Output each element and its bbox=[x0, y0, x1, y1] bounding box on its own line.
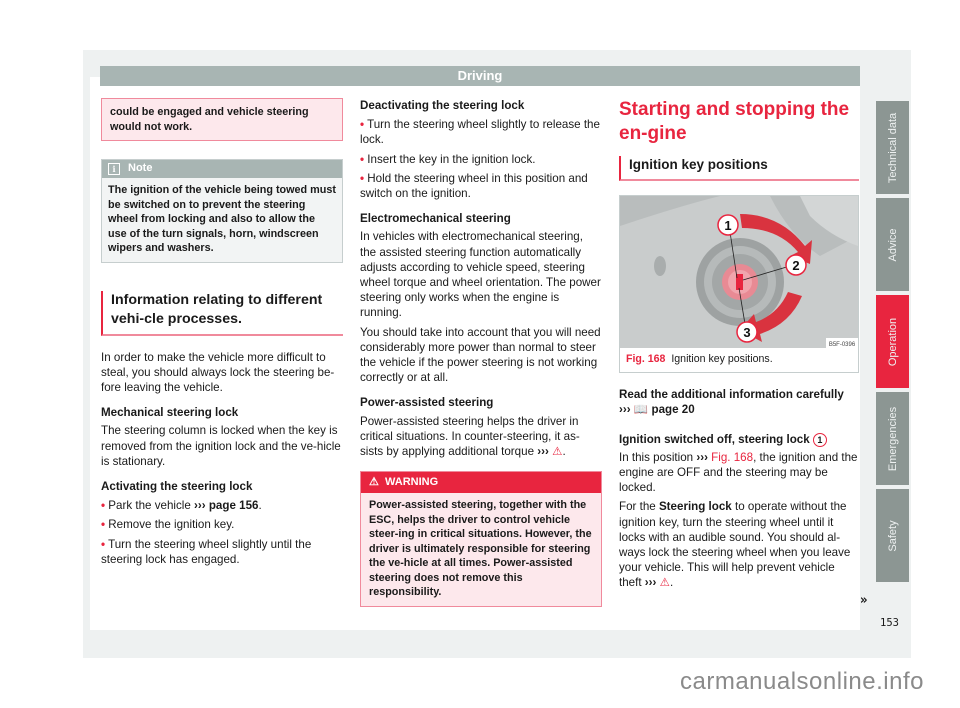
warning-label: WARNING bbox=[385, 476, 439, 489]
position-badge: 1 bbox=[812, 432, 827, 447]
tab-safety[interactable]: Safety bbox=[876, 489, 909, 582]
svg-text:3: 3 bbox=[743, 325, 750, 340]
page-link[interactable]: page 156 bbox=[209, 499, 259, 512]
ignition-off-text-1: In this position ››› Fig. 168, the ignit… bbox=[619, 450, 858, 495]
ignition-off-heading: Ignition switched off, steering lock 1 bbox=[619, 432, 859, 447]
callout-2: 2 bbox=[785, 254, 807, 276]
ignition-lock-illustration: 1 2 3 B5F-0396 bbox=[620, 196, 858, 348]
power-assisted-text: Power-assisted steering helps the driver… bbox=[360, 414, 580, 459]
tab-advice[interactable]: Advice bbox=[876, 198, 909, 291]
figure-code: B5F-0396 bbox=[829, 342, 856, 348]
arrow-icon: ››› bbox=[696, 450, 708, 464]
column-3: Starting and stopping the en-gine Igniti… bbox=[619, 98, 859, 591]
figure-caption: Fig. 168 Ignition key positions. bbox=[626, 353, 773, 365]
mechanical-text: The steering column is locked when the k… bbox=[101, 424, 341, 468]
note-text: The ignition of the vehicle being towed … bbox=[102, 178, 342, 262]
warning-icon[interactable]: ⚠ bbox=[552, 445, 562, 458]
bullet-dot: • bbox=[101, 518, 106, 532]
mechanical-heading: Mechanical steering lock bbox=[101, 406, 239, 420]
deactivating-heading: Deactivating the steering lock bbox=[360, 99, 525, 112]
warning-header: ⚠ WARNING bbox=[361, 472, 601, 494]
book-icon: 📖 bbox=[633, 403, 649, 417]
bullet-dot: • bbox=[101, 537, 106, 551]
intro-paragraph: In order to make the vehicle more diffic… bbox=[101, 350, 335, 394]
electromechanical-text-1: In vehicles with electromechanical steer… bbox=[360, 230, 601, 320]
page-link[interactable]: page 20 bbox=[652, 403, 695, 416]
bullet-item: • Hold the steering wheel in this positi… bbox=[360, 171, 588, 201]
note-label: Note bbox=[128, 162, 153, 175]
bullet-item: • Park the vehicle ››› page 156. bbox=[101, 499, 262, 513]
figure-link[interactable]: Fig. 168 bbox=[711, 451, 753, 464]
chapter-header: Driving bbox=[100, 66, 860, 86]
arrow-icon: ››› bbox=[194, 499, 206, 513]
svg-text:2: 2 bbox=[792, 258, 799, 273]
svg-text:1: 1 bbox=[724, 218, 731, 233]
section-title: Starting and stopping the en-gine bbox=[619, 99, 850, 144]
callout-1: 1 bbox=[717, 214, 739, 236]
bullet-item: • Turn the steering wheel slightly to re… bbox=[360, 118, 600, 147]
subsection-title: Ignition key positions bbox=[619, 156, 859, 181]
read-more: Read the additional information carefull… bbox=[619, 388, 844, 417]
bullet-item: • Turn the steering wheel slightly until… bbox=[101, 537, 312, 566]
continued-icon: » bbox=[860, 593, 868, 608]
bullet-dot: • bbox=[360, 171, 365, 185]
arrow-icon: ››› bbox=[537, 445, 549, 459]
arrow-icon: ››› bbox=[644, 576, 657, 590]
callout-3: 3 bbox=[736, 321, 758, 343]
bullet-item: • Remove the ignition key. bbox=[101, 518, 235, 532]
figure-168: 1 2 3 B5F-0396 Fig. 168 Ignition key pos… bbox=[619, 195, 859, 374]
bullet-dot: • bbox=[360, 118, 365, 132]
ignition-off-text-2: For the Steering lock to operate without… bbox=[619, 500, 851, 590]
column-2: Deactivating the steering lock • Turn th… bbox=[360, 98, 602, 607]
tab-technical-data[interactable]: Technical data bbox=[876, 101, 909, 194]
chapter-tabs: Technical data Advice Operation Emergenc… bbox=[876, 101, 909, 586]
warning-box: ⚠ WARNING Power-assisted steering, toget… bbox=[360, 471, 602, 607]
section-heading: Information relating to different vehi-c… bbox=[101, 290, 343, 336]
electromechanical-heading: Electromechanical steering bbox=[360, 212, 511, 226]
tab-operation[interactable]: Operation bbox=[876, 295, 909, 388]
bullet-dot: • bbox=[101, 499, 106, 513]
column-1: could be engaged and vehicle steering wo… bbox=[101, 98, 343, 567]
activating-heading: Activating the steering lock bbox=[101, 479, 253, 493]
warning-continuation: could be engaged and vehicle steering wo… bbox=[101, 98, 343, 141]
page-number: 153 bbox=[880, 617, 899, 629]
bullet-dot: • bbox=[360, 152, 365, 166]
info-icon: i bbox=[108, 163, 120, 175]
arrow-icon: ››› bbox=[619, 403, 631, 417]
power-assisted-heading: Power-assisted steering bbox=[360, 396, 494, 410]
warning-icon: ⚠ bbox=[369, 476, 379, 489]
tab-emergencies[interactable]: Emergencies bbox=[876, 392, 909, 485]
watermark: carmanualsonline.info bbox=[680, 668, 924, 695]
warning-icon[interactable]: ⚠ bbox=[660, 576, 670, 589]
note-header: i Note bbox=[102, 160, 342, 178]
warning-text: Power-assisted steering, together with t… bbox=[361, 493, 601, 606]
note-box: i Note The ignition of the vehicle being… bbox=[101, 159, 343, 263]
bullet-item: • Insert the key in the ignition lock. bbox=[360, 152, 536, 166]
electromechanical-text-2: You should take into account that you wi… bbox=[360, 325, 601, 385]
figure-label: Fig. 168 bbox=[626, 353, 666, 365]
